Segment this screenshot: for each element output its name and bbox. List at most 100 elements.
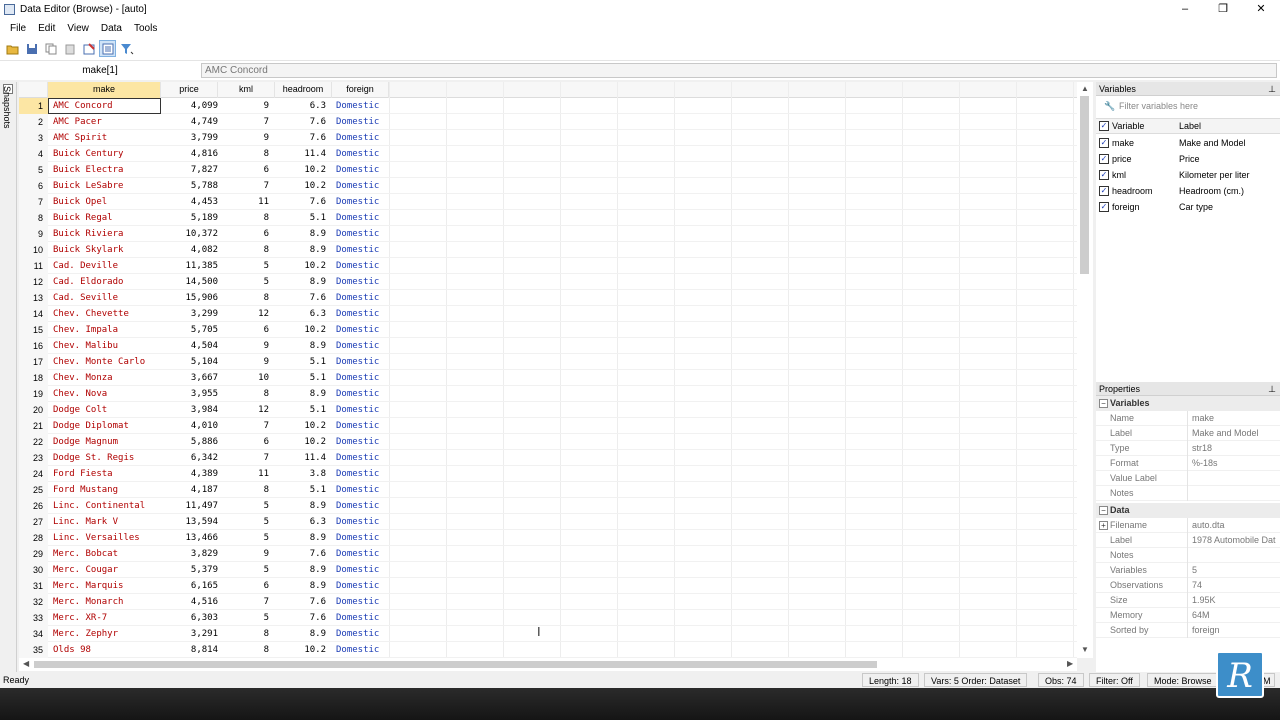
variable-row-price[interactable]: ✓ price Price [1096, 151, 1280, 167]
row-number[interactable]: 35 [19, 642, 48, 658]
cell-kml[interactable]: 8 [218, 210, 269, 226]
scroll-up-icon[interactable]: ▲ [1081, 84, 1089, 93]
cell-make[interactable]: Buick LeSabre [53, 178, 123, 194]
cell-kml[interactable]: 11 [218, 466, 269, 482]
cell-make[interactable]: Dodge Diplomat [53, 418, 129, 434]
cell-foreign[interactable]: Domestic [336, 354, 379, 370]
table-row[interactable]: 8 Buick Regal 5,189 8 5.1 Domestic [19, 210, 1077, 226]
cell-kml[interactable]: 6 [218, 434, 269, 450]
cell-make[interactable]: Linc. Versailles [53, 530, 140, 546]
property-row[interactable]: Value Label [1096, 471, 1280, 486]
cell-headroom[interactable]: 10.2 [275, 434, 326, 450]
cell-foreign[interactable]: Domestic [336, 466, 379, 482]
cell-foreign[interactable]: Domestic [336, 194, 379, 210]
filter-icon[interactable] [118, 40, 135, 57]
row-number[interactable]: 23 [19, 450, 48, 466]
row-number[interactable]: 9 [19, 226, 48, 242]
cell-foreign[interactable]: Domestic [336, 130, 379, 146]
row-number[interactable]: 21 [19, 418, 48, 434]
cell-kml[interactable]: 9 [218, 338, 269, 354]
cell-kml[interactable]: 9 [218, 546, 269, 562]
cell-make[interactable]: Chev. Monte Carlo [53, 354, 145, 370]
cell-value-field[interactable]: AMC Concord [201, 63, 1277, 78]
cell-make[interactable]: Buick Skylark [53, 242, 123, 258]
cell-price[interactable]: 11,497 [161, 498, 218, 514]
table-row[interactable]: 35 Olds 98 8,814 8 10.2 Domestic [19, 642, 1077, 658]
cell-price[interactable]: 5,788 [161, 178, 218, 194]
table-row[interactable]: 28 Linc. Versailles 13,466 5 8.9 Domestic [19, 530, 1077, 546]
cell-foreign[interactable]: Domestic [336, 610, 379, 626]
cell-foreign[interactable]: Domestic [336, 546, 379, 562]
row-number[interactable]: 32 [19, 594, 48, 610]
cell-make[interactable]: Linc. Mark V [53, 514, 118, 530]
cell-headroom[interactable]: 5.1 [275, 402, 326, 418]
cell-foreign[interactable]: Domestic [336, 482, 379, 498]
grid-corner[interactable] [19, 82, 48, 98]
cell-headroom[interactable]: 7.6 [275, 130, 326, 146]
cell-headroom[interactable]: 8.9 [275, 274, 326, 290]
table-row[interactable]: 31 Merc. Marquis 6,165 6 8.9 Domestic [19, 578, 1077, 594]
row-number[interactable]: 29 [19, 546, 48, 562]
row-number[interactable]: 7 [19, 194, 48, 210]
cell-foreign[interactable]: Domestic [336, 210, 379, 226]
cell-kml[interactable]: 8 [218, 482, 269, 498]
property-row[interactable]: Name make [1096, 411, 1280, 426]
cell-make[interactable]: Dodge St. Regis [53, 450, 134, 466]
cell-foreign[interactable]: Domestic [336, 578, 379, 594]
row-number[interactable]: 15 [19, 322, 48, 338]
property-row[interactable]: Memory 64M [1096, 608, 1280, 623]
table-row[interactable]: 23 Dodge St. Regis 6,342 7 11.4 Domestic [19, 450, 1077, 466]
cell-foreign[interactable]: Domestic [336, 530, 379, 546]
row-number[interactable]: 12 [19, 274, 48, 290]
properties-data-group[interactable]: − Data [1096, 503, 1280, 518]
cell-foreign[interactable]: Domestic [336, 562, 379, 578]
paste-icon[interactable] [61, 40, 78, 57]
data-grid[interactable]: make price kml headroom foreign 1 AMC Concord… [19, 82, 1077, 658]
cell-kml[interactable]: 6 [218, 578, 269, 594]
variable-checkbox[interactable]: ✓ [1099, 154, 1109, 164]
property-row[interactable]: Observations 74 [1096, 578, 1280, 593]
copy-icon[interactable] [42, 40, 59, 57]
cell-kml[interactable]: 8 [218, 290, 269, 306]
cell-make[interactable]: Linc. Continental [53, 498, 145, 514]
cell-make[interactable]: Chev. Impala [53, 322, 118, 338]
table-row[interactable]: 14 Chev. Chevette 3,299 12 6.3 Domestic [19, 306, 1077, 322]
scroll-left-icon[interactable]: ◀ [23, 659, 29, 668]
cell-headroom[interactable]: 5.1 [275, 354, 326, 370]
row-number[interactable]: 13 [19, 290, 48, 306]
cell-headroom[interactable]: 8.9 [275, 338, 326, 354]
row-number[interactable]: 34 [19, 626, 48, 642]
cell-price[interactable]: 4,816 [161, 146, 218, 162]
property-row[interactable]: Sorted by foreign [1096, 623, 1280, 638]
cell-headroom[interactable]: 6.3 [275, 306, 326, 322]
cell-price[interactable]: 7,827 [161, 162, 218, 178]
cell-kml[interactable]: 8 [218, 146, 269, 162]
menu-view[interactable]: View [61, 23, 95, 34]
cell-price[interactable]: 3,955 [161, 386, 218, 402]
cell-kml[interactable]: 7 [218, 114, 269, 130]
column-header-make[interactable]: make [48, 82, 161, 98]
cell-kml[interactable]: 12 [218, 402, 269, 418]
table-row[interactable]: 7 Buick Opel 4,453 11 7.6 Domestic [19, 194, 1077, 210]
table-row[interactable]: 27 Linc. Mark V 13,594 5 6.3 Domestic [19, 514, 1077, 530]
cell-kml[interactable]: 12 [218, 306, 269, 322]
collapse-icon[interactable]: − [1099, 506, 1108, 515]
cell-headroom[interactable]: 6.3 [275, 514, 326, 530]
cell-headroom[interactable]: 10.2 [275, 258, 326, 274]
table-row[interactable]: 13 Cad. Seville 15,906 8 7.6 Domestic [19, 290, 1077, 306]
cell-kml[interactable]: 5 [218, 562, 269, 578]
cell-headroom[interactable]: 8.9 [275, 562, 326, 578]
row-number[interactable]: 14 [19, 306, 48, 322]
cell-kml[interactable]: 7 [218, 418, 269, 434]
cell-kml[interactable]: 7 [218, 594, 269, 610]
cell-price[interactable]: 4,082 [161, 242, 218, 258]
cell-make[interactable]: Chev. Chevette [53, 306, 129, 322]
property-row[interactable]: Label 1978 Automobile Dat [1096, 533, 1280, 548]
pin-icon[interactable]: ⊥ [1268, 382, 1276, 396]
menu-data[interactable]: Data [95, 23, 128, 34]
collapse-icon[interactable]: − [1099, 399, 1108, 408]
property-row[interactable]: Size 1.95K [1096, 593, 1280, 608]
cell-make[interactable]: Buick Regal [53, 210, 113, 226]
cell-price[interactable]: 11,385 [161, 258, 218, 274]
cell-kml[interactable]: 5 [218, 514, 269, 530]
